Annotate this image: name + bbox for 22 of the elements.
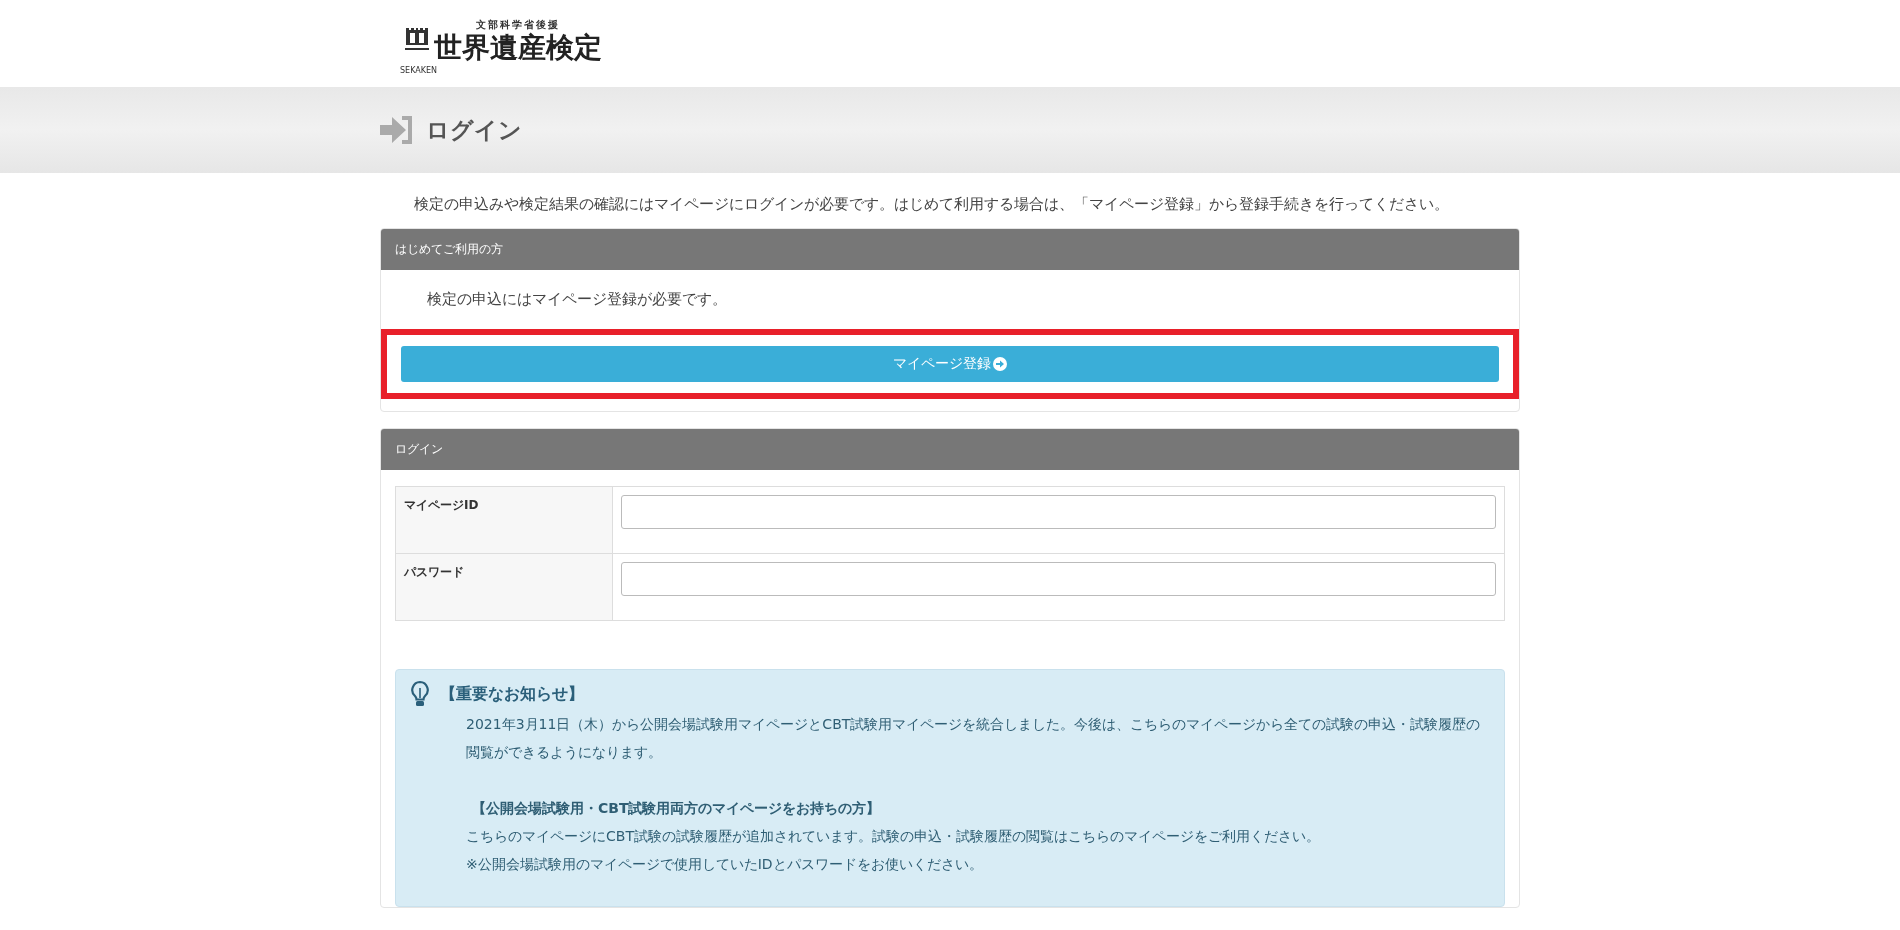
page-title: ログイン [426, 115, 522, 145]
logo-sponsor-text: 文部科学省後援 [476, 18, 560, 32]
register-button[interactable]: マイページ登録 [401, 346, 1499, 382]
intro-text: 検定の申込みや検定結果の確認にはマイページにログインが必要です。はじめて利用する場合は、「マイページ登録」から登録手続きを行ってください。 [414, 195, 1450, 214]
lightbulb-icon [410, 680, 430, 708]
input-field[interactable] [621, 495, 1496, 529]
panel-header: ログイン [381, 429, 1519, 470]
input-field[interactable] [621, 562, 1496, 596]
field-label: パスワード [395, 553, 613, 621]
notice-heading: 【公開会場試験用・CBT試験用両方のマイページをお持ちの方】 [472, 799, 882, 818]
notice-title: 【重要なお知らせ】 [440, 683, 584, 705]
arrow-circle-icon [993, 357, 1007, 371]
field-label: マイページID [395, 486, 613, 554]
panel-header: はじめてご利用の方 [381, 229, 1519, 270]
notice-text: ※公開会場試験用のマイページで使用していたIDとパスワードをお使いください。 [466, 855, 984, 874]
logo-mark-icon [404, 26, 430, 52]
notice-text: こちらのマイページにCBT試験の試験履歴が追加されています。試験の申込・試験履歴の閲覧はこちらのマイページをご利用ください。 [466, 827, 1321, 846]
logo-title: 世界遺産検定 [434, 32, 602, 64]
notice-text: 2021年3月11日（木）から公開会場試験用マイページとCBT試験用マイページを統合しました。今後は、こちらのマイページから全ての試験の申込・試験履歴の閲覧ができるようになります。 [466, 715, 1482, 762]
login-arrow-icon [380, 115, 414, 145]
logo-caption: SEKAKEN [400, 66, 437, 75]
register-note: 検定の申込にはマイページ登録が必要です。 [427, 290, 728, 309]
